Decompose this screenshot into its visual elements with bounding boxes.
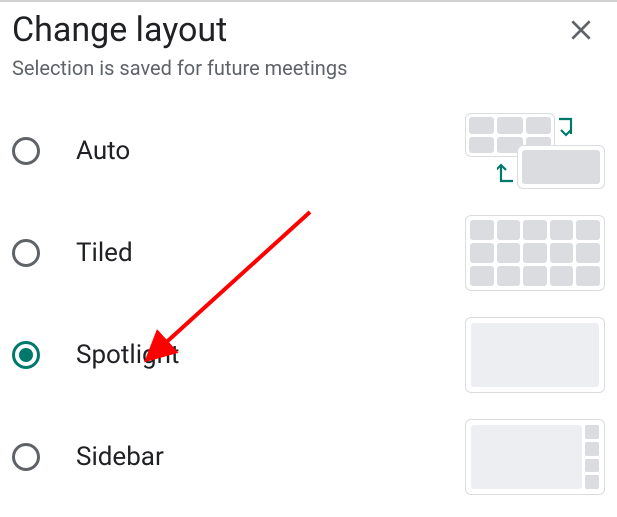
sidebar-layout-icon (465, 419, 605, 495)
option-label: Auto (76, 136, 465, 166)
radio-auto[interactable] (12, 137, 40, 165)
radio-spotlight[interactable] (12, 341, 40, 369)
option-label: Tiled (76, 238, 465, 268)
radio-tiled[interactable] (12, 239, 40, 267)
spotlight-layout-icon (465, 317, 605, 393)
layout-option-spotlight[interactable]: Spotlight (0, 304, 617, 406)
dialog-title: Change layout (12, 10, 227, 50)
layout-option-tiled[interactable]: Tiled (0, 202, 617, 304)
option-label: Sidebar (76, 442, 465, 472)
layout-option-sidebar[interactable]: Sidebar (0, 406, 617, 508)
option-label: Spotlight (76, 340, 465, 370)
auto-layout-icon (465, 113, 605, 189)
tiled-layout-icon (465, 215, 605, 291)
radio-sidebar[interactable] (12, 443, 40, 471)
layout-options: Auto Tiled (0, 100, 617, 508)
close-button[interactable] (561, 10, 601, 50)
close-icon (568, 17, 594, 43)
dialog-subtitle: Selection is saved for future meetings (0, 50, 617, 100)
layout-option-auto[interactable]: Auto (0, 100, 617, 202)
